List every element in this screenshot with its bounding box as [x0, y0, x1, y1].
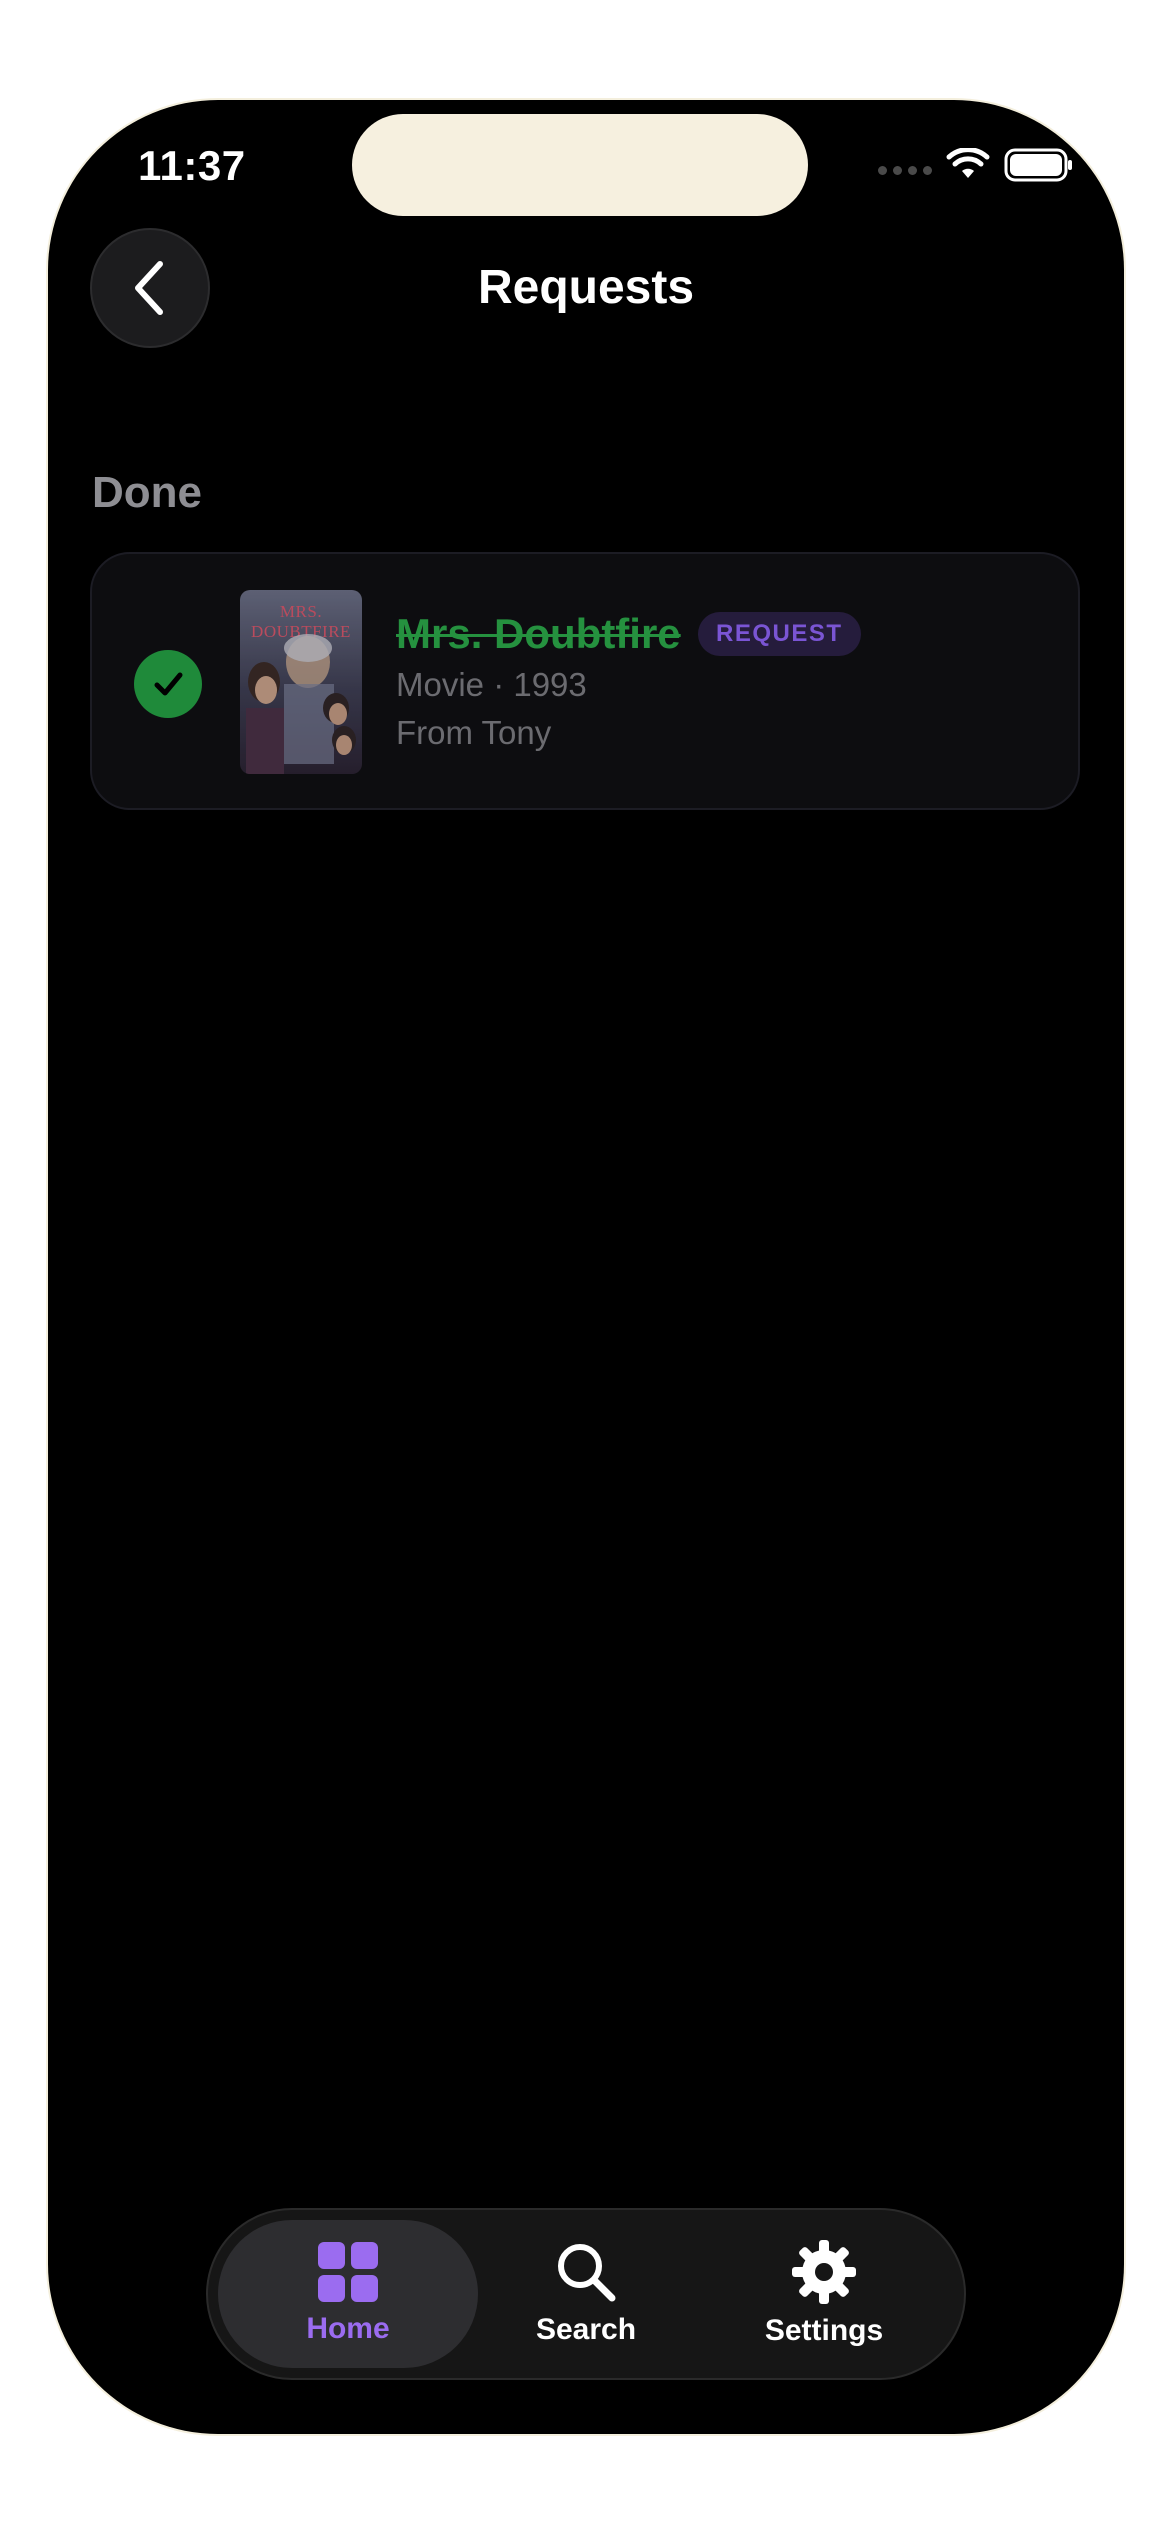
- status-icons: [878, 148, 1074, 182]
- grid-icon: [318, 2242, 378, 2302]
- request-badge: REQUEST: [698, 612, 861, 656]
- gear-icon: [792, 2240, 856, 2304]
- phone-screen: 11:37 Requests Done MRS. DOUBTFIRE Mrs. …: [48, 100, 1124, 2434]
- request-card[interactable]: MRS. DOUBTFIRE Mrs. Doubtfire REQUEST Mo…: [90, 552, 1080, 810]
- request-title: Mrs. Doubtfire: [396, 610, 681, 657]
- cellular-signal-icon: [878, 165, 932, 175]
- dynamic-island: [352, 114, 808, 216]
- movie-poster: MRS. DOUBTFIRE: [240, 590, 362, 774]
- status-time: 11:37: [138, 142, 246, 189]
- tab-settings[interactable]: Settings: [694, 2220, 954, 2368]
- search-icon: [558, 2244, 616, 2302]
- checkmark-icon[interactable]: [134, 650, 202, 718]
- page-title: Requests: [477, 261, 695, 314]
- request-type-year: Movie · 1993: [396, 666, 587, 703]
- tab-search[interactable]: Search: [456, 2220, 716, 2368]
- battery-icon: [1004, 148, 1072, 182]
- tab-home[interactable]: Home: [218, 2220, 478, 2368]
- tab-home-label: Home: [306, 2312, 390, 2345]
- tab-bar: Home Search Settings: [206, 2208, 966, 2380]
- wifi-icon: [946, 148, 990, 178]
- section-label-done: Done: [92, 468, 202, 517]
- tab-search-label: Search: [535, 2313, 637, 2346]
- request-from: From Tony: [396, 714, 552, 751]
- tab-settings-label: Settings: [764, 2314, 884, 2347]
